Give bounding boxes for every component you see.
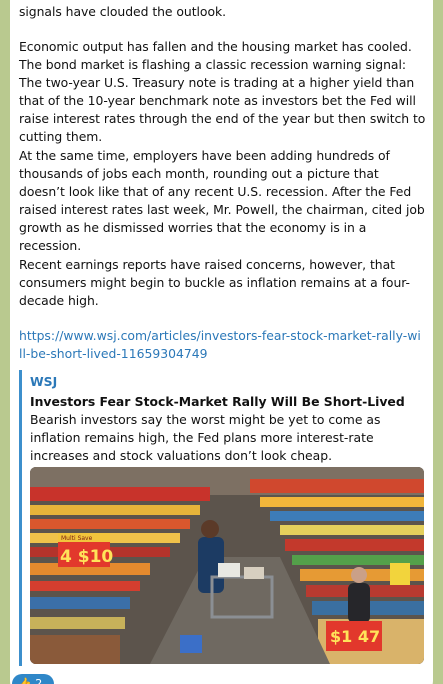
sign-price-left: 4 $10 [60,547,113,567]
reaction-count: 2 [35,677,43,684]
store-aisle-illustration: Multi Save 4 $10 $1 47 [30,467,424,664]
message-paragraph: signals have clouded the outlook. [19,4,227,19]
article-link[interactable]: https://www.wsj.com/articles/investors-f… [19,327,424,363]
message-paragraph: At the same time, employers have been ad… [19,148,425,253]
preview-title: Investors Fear Stock-Market Rally Will B… [30,394,405,409]
message-paragraph: Recent earnings reports have raised conc… [19,257,410,308]
link-preview[interactable]: WSJ Investors Fear Stock-Market Rally Wi… [19,370,424,666]
preview-site-name: WSJ [30,374,58,389]
thumbs-up-icon: 👍 [18,677,32,684]
message-paragraph: Economic output has fallen and the housi… [19,39,426,144]
sign-price-right: $1 47 [330,627,380,646]
preview-description: Bearish investors say the worst might be… [30,412,381,463]
preview-image[interactable]: Multi Save 4 $10 $1 47 [30,467,424,664]
sign-multi-save: Multi Save [61,535,93,542]
reaction-badge[interactable]: 👍 2 [12,674,54,684]
